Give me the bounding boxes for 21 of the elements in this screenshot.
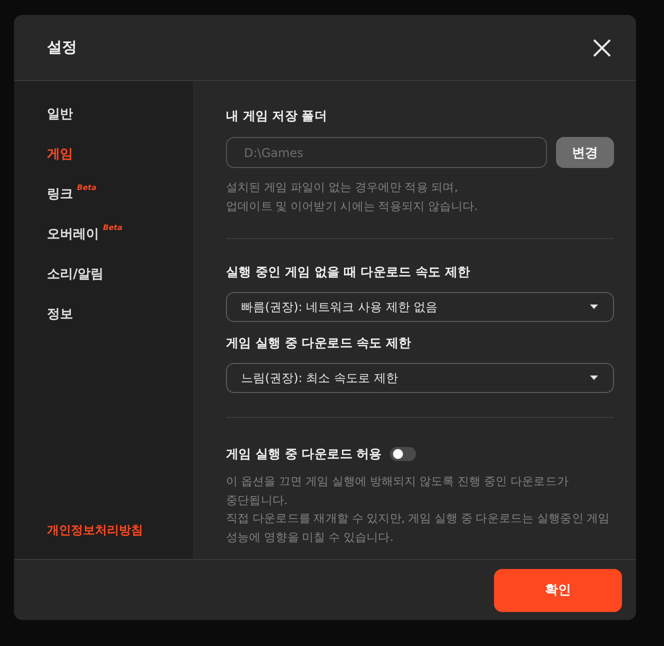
section-heading: 내 게임 저장 폴더 <box>226 107 328 125</box>
caret-icon <box>589 304 599 310</box>
nav-item[interactable]: 일반 <box>47 104 73 122</box>
section-heading: 실행 중인 게임 없을 때 다운로드 속도 제한 <box>226 263 472 281</box>
hint-text: 설치된 게임 파일이 없는 경우에만 적용 되며, 업데이트 및 이어받기 시에는 적용되지 않습니다. <box>226 179 479 214</box>
toggle-label: 게임 실행 중 다운로드 허용 <box>226 445 382 463</box>
nav-item[interactable]: 오버레이 <box>47 224 99 242</box>
section-heading: 게임 실행 중 다운로드 속도 제한 <box>226 334 412 352</box>
nav-item[interactable]: 링크 <box>47 184 73 202</box>
dialog-title: 설정 <box>47 38 77 57</box>
change-button[interactable]: 변경 <box>556 137 614 168</box>
toggle-switch[interactable] <box>390 447 416 461</box>
caret-icon <box>589 375 599 381</box>
dropdown[interactable]: 빠름(권장): 네트워크 사용 제한 없음 <box>226 292 614 322</box>
nav-item[interactable]: 소리/알림 <box>47 264 104 282</box>
nav-item[interactable]: 게임 <box>47 144 73 162</box>
close-icon[interactable] <box>592 38 612 58</box>
dropdown[interactable]: 느림(권장): 최소 속도로 제한 <box>226 363 614 393</box>
nav-item[interactable]: 정보 <box>47 304 73 322</box>
privacy-link[interactable]: 개인정보처리방침 <box>47 522 193 539</box>
hint-text: 이 옵션을 끄면 게임 실행에 방해되지 않도록 진행 중인 다운로드가 중단됩니다. 직접 다운로드를 재개할 수 있지만, 게임 실행 중 다운로드는 실행중인 게임 성능에 영향을 미칠 수 있습니다. <box>226 473 611 546</box>
